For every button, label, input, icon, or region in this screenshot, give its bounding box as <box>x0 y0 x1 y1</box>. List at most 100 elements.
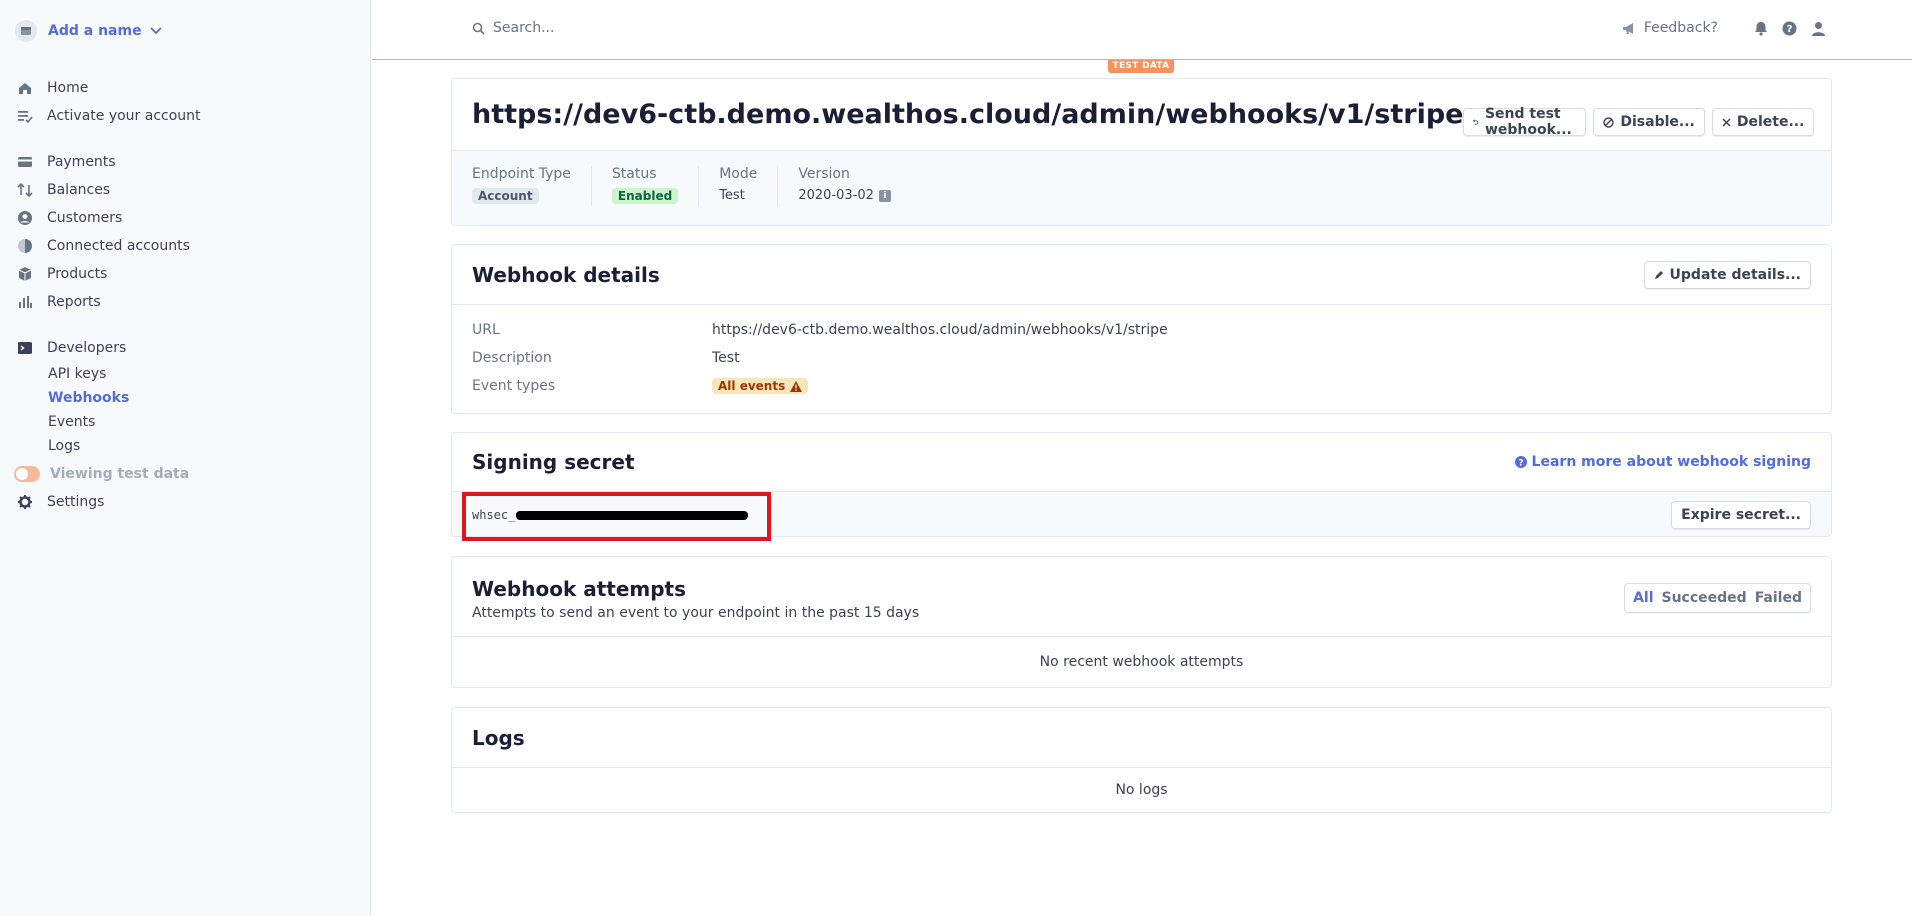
test-data-toggle-row[interactable]: Viewing test data <box>14 460 357 488</box>
test-data-label: Viewing test data <box>50 466 190 482</box>
undo-icon <box>1473 119 1479 125</box>
sidebar-item-products[interactable]: Products <box>17 260 357 288</box>
sidebar-item-payments[interactable]: Payments <box>17 148 357 176</box>
detail-key: Event types <box>472 378 556 394</box>
home-icon <box>17 80 33 96</box>
meta-endpoint-type: Endpoint Type Account <box>472 166 592 206</box>
sidebar-subitem-events[interactable]: Events <box>17 410 357 434</box>
nav-secondary: Payments Balances Customers Connected ac… <box>17 148 357 316</box>
filter-all[interactable]: All <box>1629 590 1657 606</box>
sidebar-item-balances[interactable]: Balances <box>17 176 357 204</box>
signing-secret-header: Signing secret ? Learn more about webhoo… <box>452 433 1831 492</box>
button-label: Update details... <box>1669 266 1801 283</box>
test-data-toggle[interactable] <box>14 466 40 482</box>
button-label: Delete... <box>1736 114 1805 130</box>
detail-value: Test <box>712 350 740 366</box>
delete-button[interactable]: Delete... <box>1711 108 1815 136</box>
section-title: Webhook attempts <box>472 577 687 601</box>
close-icon <box>1722 117 1731 127</box>
detail-row-event-types: Event types All events <box>472 376 809 396</box>
webhook-attempts-header: Webhook attempts Attempts to send an eve… <box>452 557 1831 637</box>
button-label: Expire secret... <box>1681 507 1801 523</box>
detail-row-description: Description Test <box>472 348 740 368</box>
search-placeholder: Search... <box>493 20 555 36</box>
send-test-webhook-button[interactable]: Send test webhook... <box>1463 106 1587 138</box>
feedback-button[interactable]: Feedback? <box>1622 20 1718 36</box>
account-name: Add a name <box>48 23 142 39</box>
nav-primary: Home Activate your account <box>17 74 357 130</box>
warning-icon <box>790 380 803 392</box>
webhook-attempts-card: Webhook attempts Attempts to send an eve… <box>451 556 1832 688</box>
logs-header: Logs <box>452 708 1831 768</box>
products-icon <box>17 266 33 282</box>
empty-state: No logs <box>1115 782 1168 798</box>
mode-value: Test <box>719 188 745 203</box>
disable-icon <box>1603 116 1615 128</box>
expire-secret-button[interactable]: Expire secret... <box>1671 501 1811 529</box>
sidebar-item-label: Connected accounts <box>47 238 190 254</box>
sidebar-item-label: Activate your account <box>47 108 201 124</box>
help-icon: ? <box>1514 456 1527 468</box>
sidebar-item-activate[interactable]: Activate your account <box>17 102 357 130</box>
filter-succeeded[interactable]: Succeeded <box>1658 590 1751 606</box>
info-icon[interactable]: i <box>878 189 891 202</box>
svg-text:?: ? <box>1787 24 1793 35</box>
learn-more-link[interactable]: ? Learn more about webhook signing <box>1514 454 1811 470</box>
meta-label: Mode <box>719 166 758 182</box>
sidebar-item-connected-accounts[interactable]: Connected accounts <box>17 232 357 260</box>
store-icon <box>15 20 37 42</box>
button-label: Disable... <box>1620 114 1695 130</box>
version-value: 2020-03-02 <box>798 188 874 203</box>
topbar-actions: Feedback? ? <box>1622 20 1826 36</box>
user-icon[interactable] <box>1811 21 1826 36</box>
balances-icon <box>17 182 33 198</box>
meta-label: Endpoint Type <box>472 166 571 182</box>
topbar: Search... Feedback? ? <box>372 0 1912 60</box>
pencil-icon <box>1654 270 1663 279</box>
sidebar-item-reports[interactable]: Reports <box>17 288 357 316</box>
sidebar-item-developers[interactable]: Developers <box>17 334 357 362</box>
nav-developers: Developers API keys Webhooks Events Logs… <box>14 334 357 516</box>
logs-card: Logs No logs <box>451 707 1832 813</box>
connected-accounts-icon <box>17 238 33 254</box>
section-subtitle: Attempts to send an event to your endpoi… <box>472 605 920 621</box>
button-label: Send test webhook... <box>1484 106 1572 138</box>
terminal-icon <box>17 340 33 356</box>
endpoint-meta: Endpoint Type Account Status Enabled Mod… <box>452 150 1831 225</box>
bell-icon[interactable] <box>1754 21 1768 36</box>
chevron-down-icon <box>149 27 162 35</box>
meta-label: Status <box>611 166 657 182</box>
filter-failed[interactable]: Failed <box>1751 590 1806 606</box>
checklist-icon <box>17 108 33 124</box>
search-input[interactable]: Search... <box>472 20 554 36</box>
sidebar-item-label: Home <box>47 80 89 96</box>
highlight-box <box>462 492 771 541</box>
sidebar-item-home[interactable]: Home <box>17 74 357 102</box>
sidebar-subitem-api-keys[interactable]: API keys <box>17 362 357 386</box>
sidebar-item-settings[interactable]: Settings <box>17 488 357 516</box>
help-icon[interactable]: ? <box>1782 21 1797 36</box>
detail-value: https://dev6-ctb.demo.wealthos.cloud/adm… <box>712 322 1168 338</box>
event-types-badge: All events <box>712 378 809 394</box>
meta-status: Status Enabled <box>611 166 700 206</box>
update-details-button[interactable]: Update details... <box>1643 260 1811 289</box>
test-data-badge: TEST DATA <box>1108 60 1174 73</box>
meta-version: Version 2020-03-02 i <box>798 166 911 206</box>
endpoint-header: https://dev6-ctb.demo.wealthos.cloud/adm… <box>452 79 1831 149</box>
meta-label: Version <box>798 166 850 182</box>
empty-state: No recent webhook attempts <box>1039 654 1244 670</box>
section-title: Signing secret <box>472 450 635 474</box>
payments-icon <box>17 154 33 170</box>
endpoint-header-card: https://dev6-ctb.demo.wealthos.cloud/adm… <box>451 78 1832 226</box>
sidebar-subitem-webhooks[interactable]: Webhooks <box>17 386 357 410</box>
search-icon <box>472 22 485 35</box>
sidebar-item-customers[interactable]: Customers <box>17 204 357 232</box>
reports-icon <box>17 294 33 310</box>
disable-button[interactable]: Disable... <box>1593 108 1705 136</box>
account-switcher[interactable]: Add a name <box>15 18 162 44</box>
feedback-label: Feedback? <box>1643 20 1718 36</box>
sidebar: Add a name Home Activate your account Pa… <box>0 0 371 916</box>
gear-icon <box>17 494 33 510</box>
sidebar-subitem-logs[interactable]: Logs <box>17 434 357 458</box>
section-title: Webhook details <box>472 262 660 287</box>
